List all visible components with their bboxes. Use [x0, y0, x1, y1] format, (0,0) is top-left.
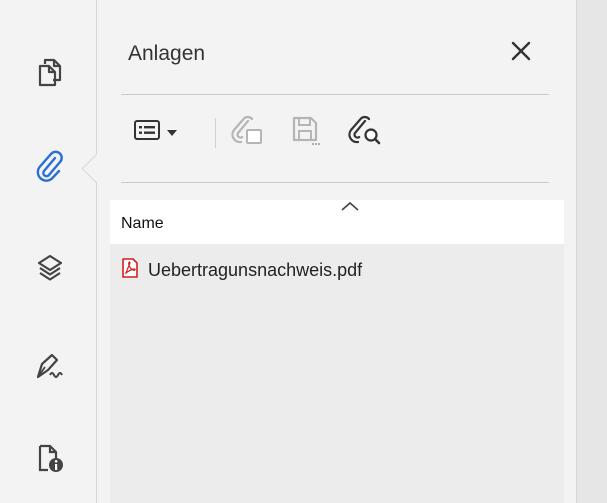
title-divider	[121, 94, 549, 95]
search-attachment-button[interactable]	[341, 110, 389, 154]
close-panel-button[interactable]	[504, 36, 538, 70]
pages-icon	[37, 57, 63, 87]
document-area-edge	[576, 0, 607, 503]
attachments-panel: Anlagen Name Uebertragunsnachweis.pdf	[97, 0, 576, 503]
file-name: Uebertragunsnachweis.pdf	[148, 260, 363, 280]
paperclip-icon	[35, 150, 65, 182]
pages-button[interactable]	[34, 56, 66, 88]
options-dropdown-button[interactable]	[125, 110, 185, 154]
list-options-icon	[133, 119, 161, 146]
search-attachment-icon	[347, 114, 383, 151]
attachments-toolbar	[121, 110, 549, 154]
save-attachment-button[interactable]	[283, 110, 327, 154]
caret-down-icon	[167, 123, 177, 141]
save-attachment-icon	[289, 114, 321, 151]
layers-icon	[36, 253, 64, 283]
column-header-name[interactable]: Name	[121, 215, 164, 233]
signature-pen-icon	[34, 351, 66, 381]
panel-title: Anlagen	[128, 42, 206, 65]
add-attachment-button[interactable]	[225, 110, 269, 154]
sort-chevron-up-icon[interactable]	[338, 200, 362, 214]
list-item[interactable]: Uebertragunsnachweis.pdf	[110, 246, 564, 290]
document-info-icon	[36, 442, 64, 474]
signatures-button[interactable]	[34, 350, 66, 382]
close-icon	[511, 41, 531, 66]
document-info-button[interactable]	[34, 442, 66, 474]
side-tool-rail	[0, 0, 97, 503]
pdf-file-icon	[121, 258, 139, 283]
toolbar-divider	[121, 182, 549, 183]
attachments-list: Name Uebertragunsnachweis.pdf	[110, 200, 564, 503]
attachments-button[interactable]	[34, 150, 66, 182]
toolbar-separator	[215, 118, 216, 148]
list-header: Name	[110, 200, 564, 244]
layers-button[interactable]	[34, 252, 66, 284]
add-attachment-icon	[230, 114, 264, 151]
